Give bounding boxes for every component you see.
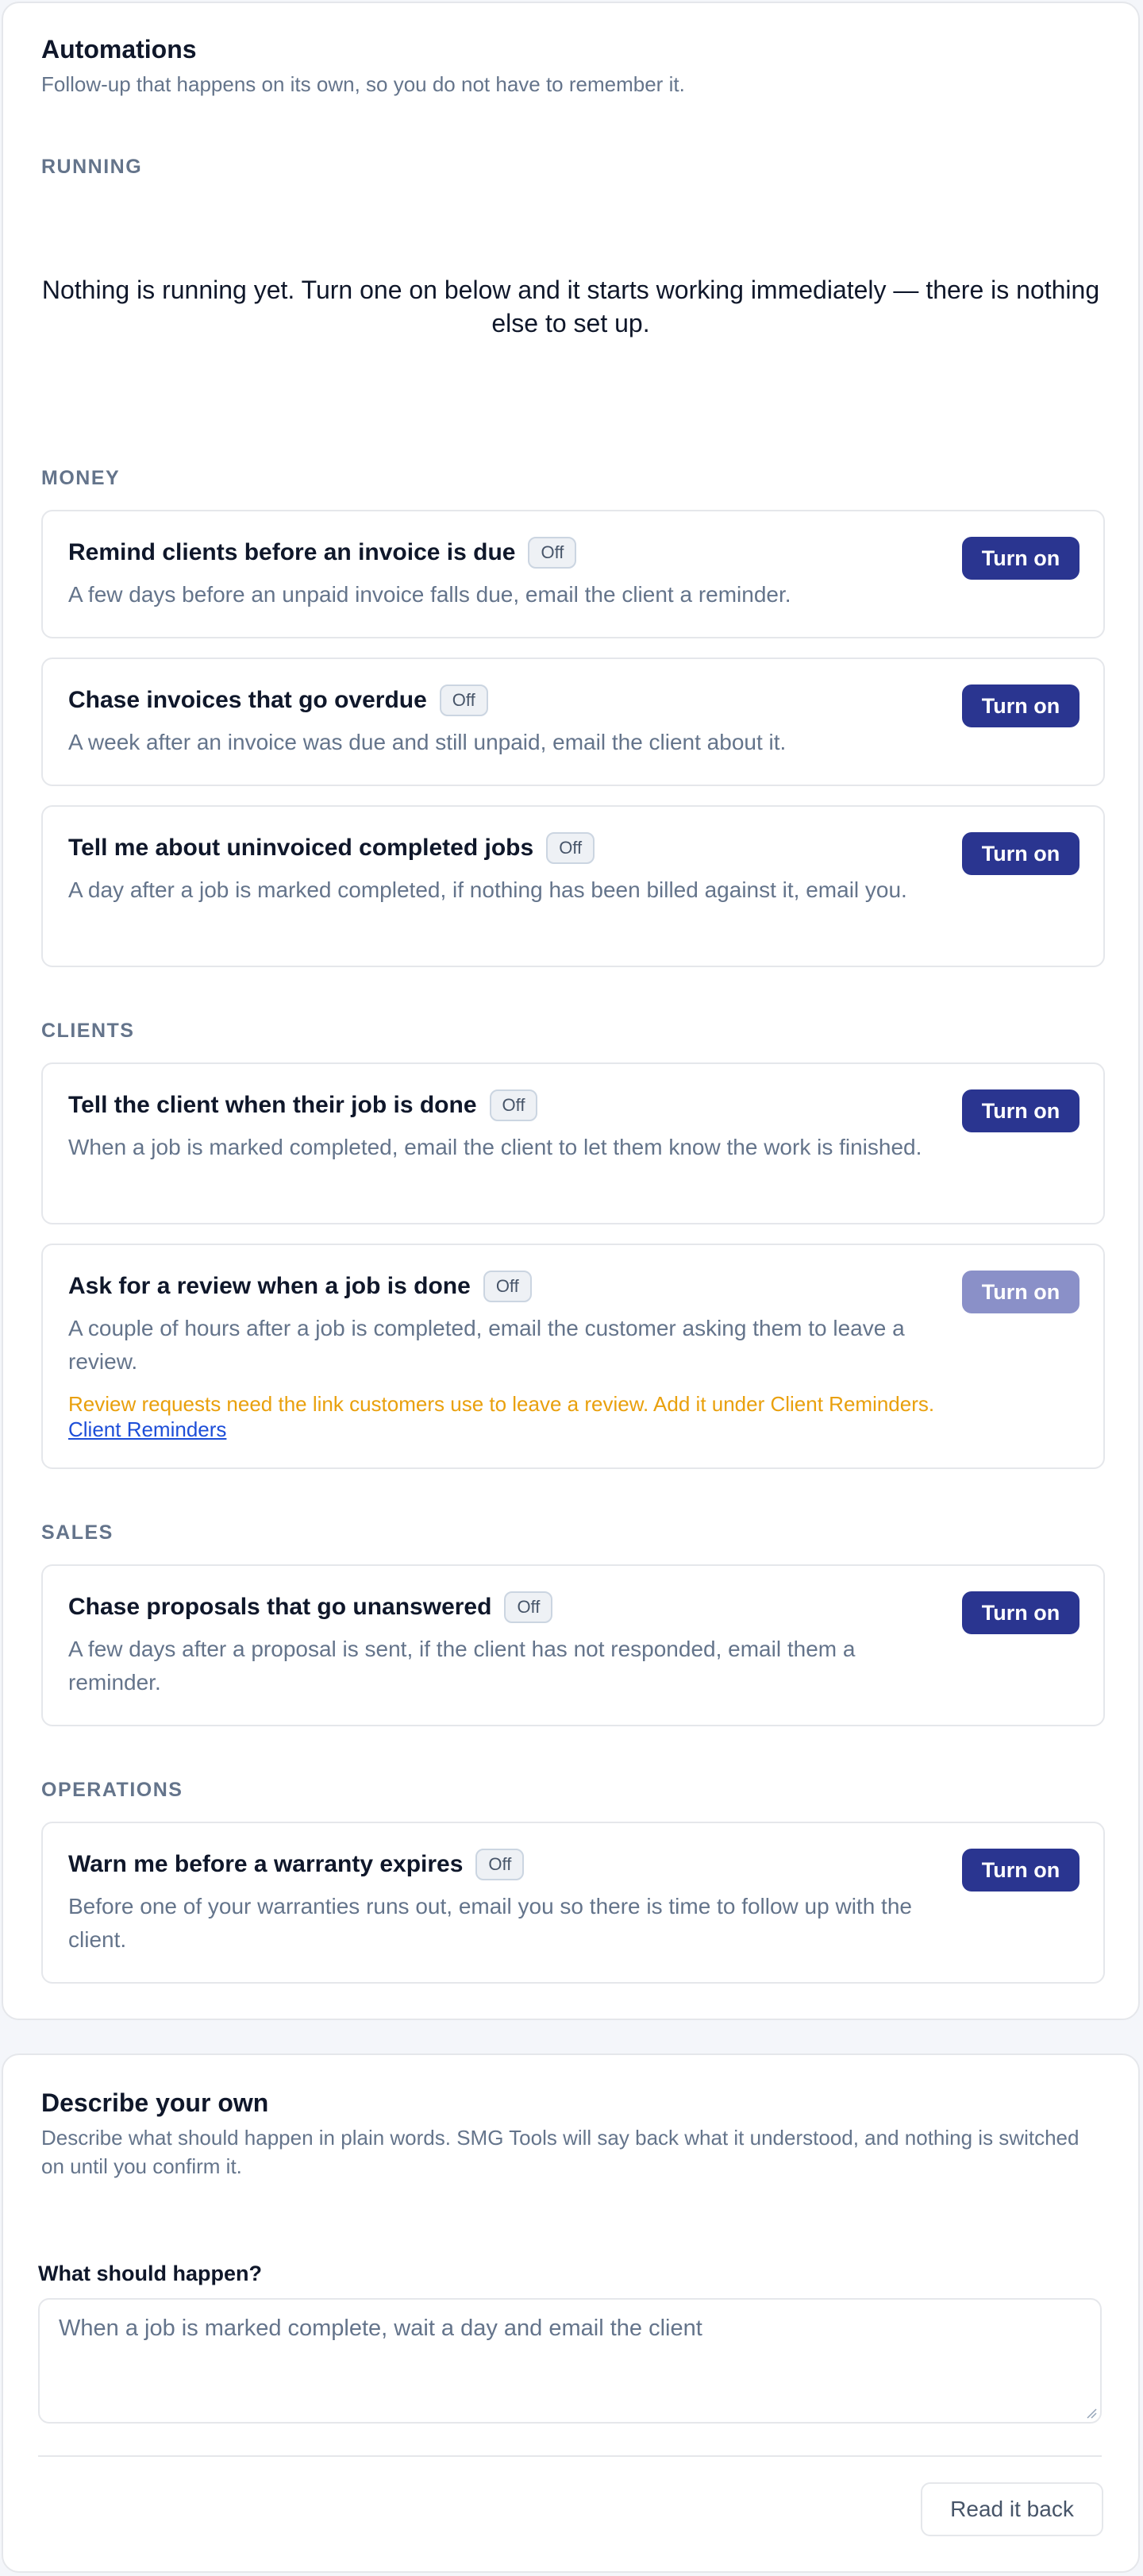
automation-uninvoiced-jobs: Tell me about uninvoiced completed jobs … [41, 805, 1105, 967]
automation-title-row: Ask for a review when a job is done Off [68, 1271, 532, 1302]
automation-title: Warn me before a warranty expires [68, 1851, 464, 1877]
status-badge: Off [483, 1271, 532, 1302]
automation-chase-proposals: Chase proposals that go unanswered Off A… [41, 1564, 1105, 1726]
describe-subtitle: Describe what should happen in plain wor… [41, 2126, 1080, 2178]
automation-description: A day after a job is marked completed, i… [68, 877, 907, 902]
resize-handle-icon[interactable] [1084, 2406, 1097, 2419]
review-link-warning: Review requests need the link customers … [68, 1391, 941, 1442]
automation-title-row: Chase invoices that go overdue Off [68, 684, 488, 716]
automation-title: Chase proposals that go unanswered [68, 1594, 492, 1620]
automation-description: Before one of your warranties runs out, … [68, 1894, 912, 1952]
what-should-happen-label: What should happen? [38, 2262, 262, 2285]
turn-on-button[interactable]: Turn on [962, 832, 1080, 875]
running-empty-message: Nothing is running yet. Turn one on belo… [41, 276, 1100, 337]
section-label-clients: CLIENTS [41, 1020, 135, 1042]
automation-title-row: Remind clients before an invoice is due … [68, 537, 577, 569]
automation-description-input[interactable]: When a job is marked complete, wait a da… [38, 2298, 1102, 2424]
automation-title-row: Tell me about uninvoiced completed jobs … [68, 832, 595, 864]
automations-subtitle: Follow-up that happens on its own, so yo… [41, 72, 685, 96]
section-label-running: RUNNING [41, 156, 143, 178]
automation-description: When a job is marked completed, email th… [68, 1135, 922, 1159]
status-badge: Off [504, 1591, 553, 1623]
read-it-back-button[interactable]: Read it back [921, 2482, 1103, 2536]
section-label-money: MONEY [41, 467, 121, 489]
turn-on-button[interactable]: Turn on [962, 684, 1080, 727]
automation-job-done-notify: Tell the client when their job is done O… [41, 1062, 1105, 1224]
automation-chase-overdue: Chase invoices that go overdue Off A wee… [41, 657, 1105, 786]
status-badge: Off [546, 832, 595, 864]
status-badge: Off [528, 537, 577, 569]
automation-title-row: Warn me before a warranty expires Off [68, 1849, 525, 1880]
automation-title-row: Chase proposals that go unanswered Off [68, 1591, 553, 1623]
status-badge: Off [475, 1849, 525, 1880]
automation-title: Chase invoices that go overdue [68, 687, 427, 713]
warning-text: Review requests need the link customers … [68, 1392, 935, 1416]
client-reminders-link[interactable]: Client Reminders [68, 1417, 226, 1441]
status-badge: Off [489, 1089, 538, 1121]
turn-on-button-disabled[interactable]: Turn on [962, 1271, 1080, 1313]
status-badge: Off [439, 684, 488, 716]
turn-on-button[interactable]: Turn on [962, 537, 1080, 580]
automation-title: Ask for a review when a job is done [68, 1273, 471, 1299]
automation-description: A week after an invoice was due and stil… [68, 730, 787, 754]
automation-warranty-expiry: Warn me before a warranty expires Off Be… [41, 1822, 1105, 1984]
turn-on-button[interactable]: Turn on [962, 1849, 1080, 1892]
section-label-operations: OPERATIONS [41, 1779, 183, 1801]
automation-title: Tell me about uninvoiced completed jobs [68, 835, 534, 861]
automations-card: Automations Follow-up that happens on it… [2, 2, 1140, 2020]
divider [38, 2455, 1102, 2457]
turn-on-button[interactable]: Turn on [962, 1591, 1080, 1634]
automation-title: Remind clients before an invoice is due [68, 539, 516, 565]
describe-title: Describe your own [41, 2088, 269, 2117]
automation-description: A few days after a proposal is sent, if … [68, 1637, 856, 1695]
automation-remind-before-due: Remind clients before an invoice is due … [41, 510, 1105, 638]
automation-description: A couple of hours after a job is complet… [68, 1316, 905, 1374]
automation-title: Tell the client when their job is done [68, 1092, 477, 1118]
automations-title: Automations [41, 35, 197, 64]
automation-title-row: Tell the client when their job is done O… [68, 1089, 538, 1121]
section-label-sales: SALES [41, 1521, 114, 1544]
turn-on-button[interactable]: Turn on [962, 1089, 1080, 1132]
input-placeholder: When a job is marked complete, wait a da… [59, 2316, 702, 2341]
automation-ask-review: Ask for a review when a job is done Off … [41, 1244, 1105, 1469]
automation-description: A few days before an unpaid invoice fall… [68, 582, 791, 607]
